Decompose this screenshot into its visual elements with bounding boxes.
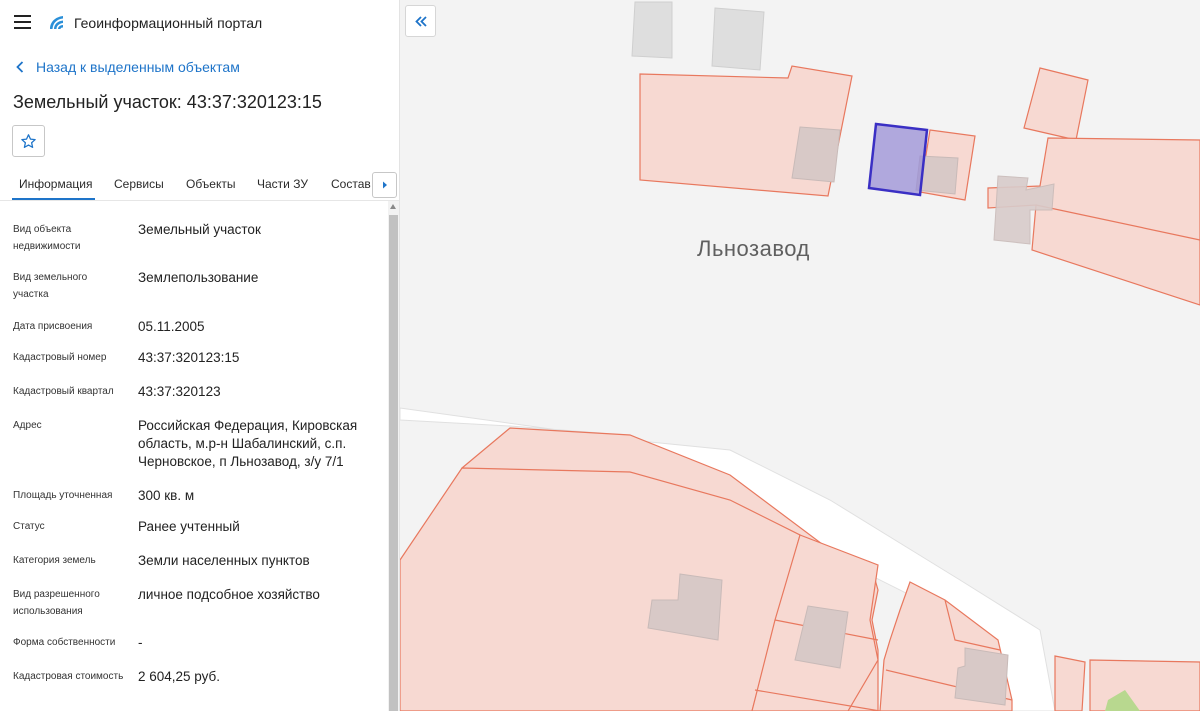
info-label: Кадастровый квартал xyxy=(13,386,114,397)
info-value: - xyxy=(138,635,143,650)
info-label: Площадь уточненная xyxy=(13,490,113,501)
chevron-left-icon xyxy=(16,61,24,73)
back-to-selected-link[interactable]: Назад к выделенным объектам xyxy=(16,59,240,75)
active-tab-indicator xyxy=(12,198,95,200)
info-value: Земельный участок xyxy=(138,222,261,237)
info-label: Адрес xyxy=(13,420,42,431)
building xyxy=(791,126,841,183)
info-label: Дата присвоения xyxy=(13,321,93,332)
tabs-scroll-right-button[interactable] xyxy=(372,172,397,198)
info-value: 05.11.2005 xyxy=(138,319,205,334)
hamburger-menu-icon[interactable] xyxy=(14,15,31,29)
parcel[interactable] xyxy=(400,467,801,711)
caret-right-icon xyxy=(382,181,387,189)
map-view[interactable] xyxy=(400,0,1200,711)
info-scrollbar[interactable] xyxy=(388,201,399,711)
back-link-label: Назад к выделенным объектам xyxy=(36,59,240,75)
info-value: Землепользование xyxy=(138,270,259,285)
info-value: Ранее учтенный xyxy=(138,519,240,534)
double-chevron-left-icon xyxy=(414,15,427,27)
parcel[interactable] xyxy=(1054,655,1086,711)
info-label: Форма собственности xyxy=(13,637,116,648)
building xyxy=(631,1,673,59)
info-value: 43:37:320123 xyxy=(138,384,221,399)
info-value: 300 кв. м xyxy=(138,488,195,503)
map-canvas[interactable] xyxy=(400,0,1200,711)
tab-information[interactable]: Информация xyxy=(19,177,92,191)
map-place-label: Льнозавод xyxy=(697,236,810,261)
tab-objects[interactable]: Объекты xyxy=(186,177,236,191)
left-panel: Геоинформационный портал Назад к выделен… xyxy=(0,0,400,711)
parcel[interactable] xyxy=(1089,659,1200,711)
page-title: Земельный участок: 43:37:320123:15 xyxy=(13,92,322,112)
favorite-button[interactable] xyxy=(12,125,45,157)
info-label: Кадастровый номер xyxy=(13,352,107,363)
info-label: Кадастровая стоимость xyxy=(13,671,124,682)
tab-services[interactable]: Сервисы xyxy=(114,177,164,191)
star-icon xyxy=(21,133,36,148)
scroll-up-arrow-icon[interactable] xyxy=(390,204,396,209)
info-label: Вид земельного участка xyxy=(13,272,88,300)
info-label: Вид разрешенного использования xyxy=(13,589,100,617)
tab-composition[interactable]: Состав xyxy=(331,177,371,191)
portal-logo-icon xyxy=(47,13,66,32)
parcel[interactable] xyxy=(1023,67,1089,141)
selected-parcel[interactable] xyxy=(867,122,929,197)
info-list: Вид объекта недвижимости Земельный участ… xyxy=(0,201,387,711)
info-value: 43:37:320123:15 xyxy=(138,350,240,365)
info-value: Земли населенных пунктов xyxy=(138,553,310,568)
info-label: Вид объекта недвижимости xyxy=(13,224,81,252)
info-value: личное подсобное хозяйство xyxy=(138,587,320,602)
tab-bar: Информация Сервисы Объекты Части ЗУ Сост… xyxy=(0,166,399,201)
top-bar: Геоинформационный портал xyxy=(0,0,399,46)
info-label: Категория земель xyxy=(13,555,96,566)
info-value: Российская Федерация, Кировская область,… xyxy=(138,418,358,469)
info-label: Статус xyxy=(13,521,45,532)
scrollbar-thumb[interactable] xyxy=(389,215,398,711)
collapse-panel-button[interactable] xyxy=(405,5,436,37)
building xyxy=(711,7,765,71)
info-value: 2 604,25 руб. xyxy=(138,669,221,684)
app-title: Геоинформационный портал xyxy=(74,15,263,31)
tab-parts[interactable]: Части ЗУ xyxy=(257,177,308,191)
